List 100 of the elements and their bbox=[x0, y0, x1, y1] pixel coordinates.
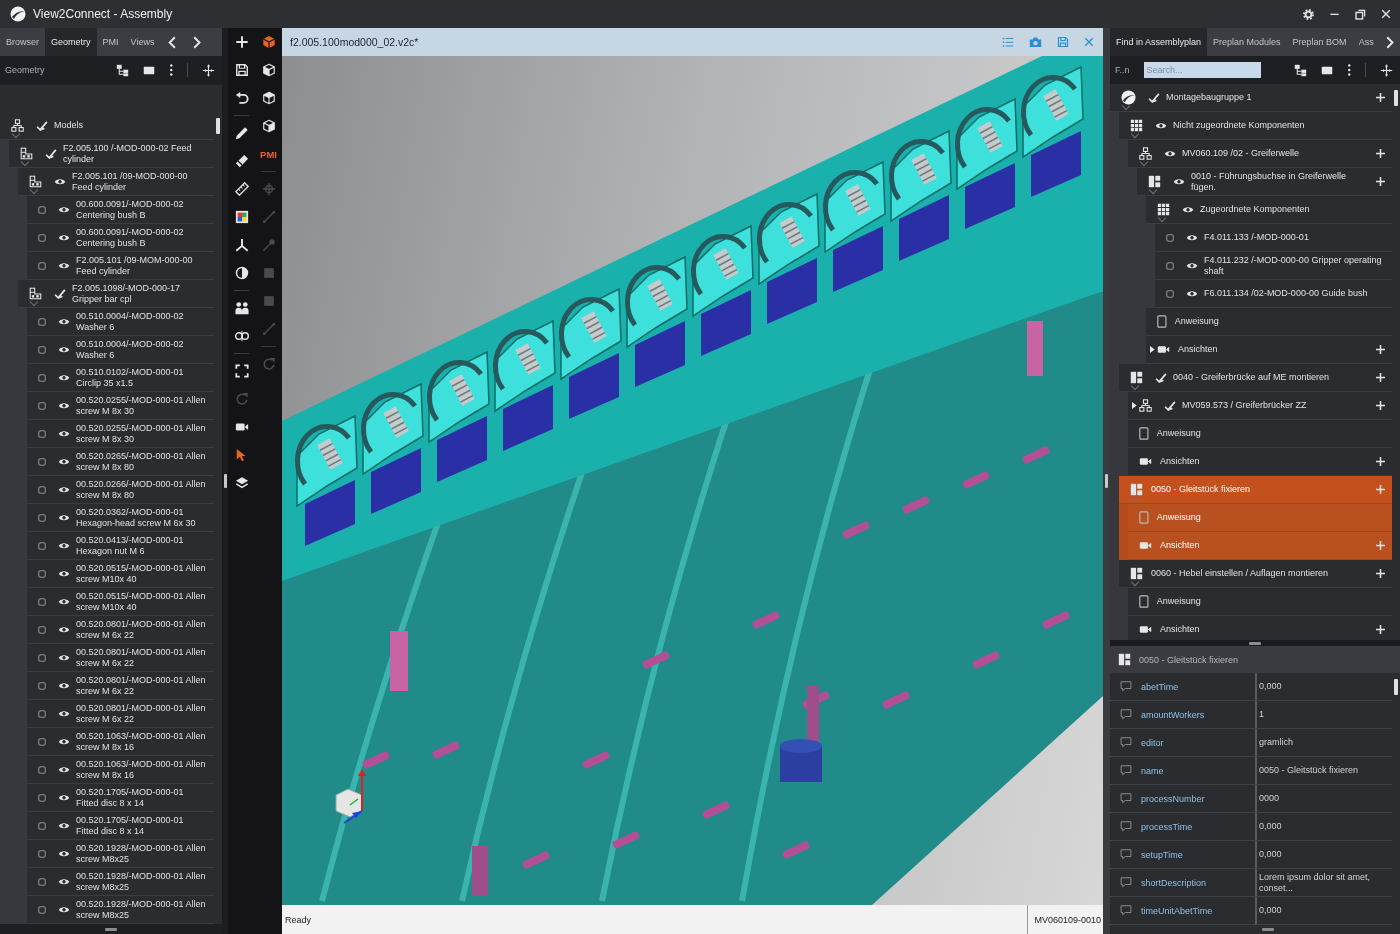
tree-item[interactable]: 0060 - Hebel einstellen / Auflagen montieren bbox=[1119, 560, 1392, 588]
tree-item[interactable]: F4.011.232 /-MOD-000-00 Gripper operating shaft bbox=[1155, 252, 1392, 280]
plus-icon[interactable] bbox=[1375, 456, 1386, 467]
eye-icon[interactable] bbox=[1186, 233, 1198, 242]
layers-icon[interactable] bbox=[234, 476, 249, 490]
eye-icon[interactable] bbox=[58, 625, 70, 634]
chevron-right-icon[interactable] bbox=[1385, 35, 1394, 49]
tree-item[interactable]: 00.520.1705/-MOD-000-01 Fitted disc 8 x 14 bbox=[27, 812, 214, 840]
chevron-right-icon[interactable] bbox=[192, 35, 201, 49]
tree-item[interactable]: 00.520.0255/-MOD-000-01 Allen screw M 8x 30 bbox=[27, 420, 214, 448]
checkmark-icon[interactable] bbox=[1148, 91, 1160, 104]
caret-right-icon[interactable] bbox=[1150, 346, 1155, 353]
tree-item[interactable]: 00.510.0004/-MOD-000-02 Washer 6 bbox=[27, 308, 214, 336]
eye-icon[interactable] bbox=[1173, 177, 1185, 186]
tree-item[interactable]: 00.520.0362/-MOD-000-01 Hexagon-head screw M 6x 30 bbox=[27, 504, 214, 532]
eye-icon[interactable] bbox=[58, 429, 70, 438]
tree-item[interactable]: Zugeordnete Komponenten bbox=[1146, 196, 1392, 224]
pmi-button[interactable]: PMI bbox=[260, 148, 277, 160]
tree-item[interactable]: Ansichten bbox=[1128, 616, 1392, 640]
people-icon[interactable] bbox=[234, 301, 249, 315]
eye-icon[interactable] bbox=[58, 513, 70, 522]
eye-icon[interactable] bbox=[58, 345, 70, 354]
checkmark-icon[interactable] bbox=[45, 147, 57, 160]
explode-icon[interactable] bbox=[234, 329, 249, 343]
view-cube-icon[interactable] bbox=[261, 91, 276, 105]
section-icon[interactable] bbox=[234, 266, 249, 280]
eye-icon[interactable] bbox=[58, 373, 70, 382]
eye-icon[interactable] bbox=[58, 457, 70, 466]
tree-item[interactable]: F2.005.1098/-MOD-000-17 Gripper bar cpl bbox=[18, 280, 214, 308]
plus-icon[interactable] bbox=[1375, 148, 1386, 159]
eye-icon[interactable] bbox=[1155, 121, 1167, 130]
eye-icon[interactable] bbox=[58, 849, 70, 858]
restore-icon[interactable] bbox=[1355, 8, 1366, 20]
tree-item[interactable]: Nicht zugeordnete Komponenten bbox=[1119, 112, 1392, 140]
eye-icon[interactable] bbox=[58, 401, 70, 410]
plus-icon[interactable] bbox=[1375, 176, 1386, 187]
eye-icon[interactable] bbox=[58, 765, 70, 774]
resize-handle[interactable] bbox=[1249, 641, 1261, 645]
caret-right-icon[interactable] bbox=[1132, 402, 1137, 409]
tree-item[interactable]: 0040 - Greiferbrücke auf ME montieren bbox=[1119, 364, 1392, 392]
eye-icon[interactable] bbox=[54, 177, 66, 186]
eye-icon[interactable] bbox=[58, 317, 70, 326]
tree-item[interactable]: 00.510.0102/-MOD-000-01 Circlip 35 x1.5 bbox=[27, 364, 214, 392]
eye-icon[interactable] bbox=[58, 877, 70, 886]
eye-icon[interactable] bbox=[1186, 289, 1198, 298]
tree-item[interactable]: Anweisung bbox=[1128, 588, 1392, 616]
tree-item[interactable]: 00.520.0255/-MOD-000-01 Allen screw M 8x 30 bbox=[27, 392, 214, 420]
eye-icon[interactable] bbox=[58, 233, 70, 242]
tree-item[interactable]: 00.520.1063/-MOD-000-01 Allen screw M 8x 16 bbox=[27, 756, 214, 784]
checkmark-icon[interactable] bbox=[1164, 399, 1176, 412]
search-field[interactable]: Search... bbox=[1143, 62, 1261, 78]
eye-icon[interactable] bbox=[58, 737, 70, 746]
eye-icon[interactable] bbox=[58, 597, 70, 606]
more-icon[interactable] bbox=[168, 64, 173, 76]
tree-toggle-icon[interactable] bbox=[1293, 63, 1307, 77]
view-cube-icon[interactable] bbox=[261, 63, 276, 77]
eye-icon[interactable] bbox=[1182, 205, 1194, 214]
tree-item[interactable]: 00.520.1928/-MOD-000-01 Allen screw M8x25 bbox=[27, 896, 214, 924]
tree-item[interactable]: 0050 - Gleitstück fixieren bbox=[1119, 476, 1392, 504]
eye-icon[interactable] bbox=[58, 205, 70, 214]
tree-item[interactable]: MV060.109 /02 - Greiferwelle bbox=[1128, 140, 1392, 168]
eraser-icon[interactable] bbox=[234, 154, 249, 168]
tree-item[interactable]: 00.600.0091/-MOD-000-02 Centering bush B bbox=[27, 196, 214, 224]
eye-icon[interactable] bbox=[1186, 261, 1198, 270]
plus-icon[interactable] bbox=[1375, 400, 1386, 411]
plus-icon[interactable] bbox=[1375, 344, 1386, 355]
tree-item[interactable]: 00.520.0801/-MOD-000-01 Allen screw M 6x 22 bbox=[27, 616, 214, 644]
eye-icon[interactable] bbox=[58, 821, 70, 830]
color-palette-icon[interactable] bbox=[234, 210, 249, 224]
tree-item[interactable]: 00.600.0091/-MOD-000-02 Centering bush B bbox=[27, 224, 214, 252]
plus-icon[interactable] bbox=[1375, 372, 1386, 383]
eye-icon[interactable] bbox=[58, 653, 70, 662]
eye-icon[interactable] bbox=[58, 569, 70, 578]
scrollbar-thumb[interactable] bbox=[1262, 928, 1274, 931]
rectangle-icon[interactable] bbox=[142, 65, 155, 75]
tree-item[interactable]: F2.005.101 /09-MOD-000-00 Feed cylinder bbox=[18, 168, 214, 196]
tree-item[interactable]: 00.520.0515/-MOD-000-01 Allen screw M10x 40 bbox=[27, 588, 214, 616]
resize-handle[interactable] bbox=[223, 474, 227, 488]
scrollbar-thumb[interactable] bbox=[1394, 90, 1398, 106]
eye-icon[interactable] bbox=[58, 709, 70, 718]
tab[interactable]: Find in Assemblyplan bbox=[1110, 28, 1208, 56]
move-icon[interactable] bbox=[1380, 63, 1393, 77]
eye-icon[interactable] bbox=[58, 793, 70, 802]
tree-item[interactable]: 00.520.0413/-MOD-000-01 Hexagon nut M 6 bbox=[27, 532, 214, 560]
tree-item[interactable]: 00.520.1705/-MOD-000-01 Fitted disc 8 x 14 bbox=[27, 784, 214, 812]
resize-handle[interactable] bbox=[1105, 474, 1108, 488]
eye-icon[interactable] bbox=[58, 681, 70, 690]
scrollbar-thumb[interactable] bbox=[1394, 679, 1398, 695]
tab[interactable]: Geometry bbox=[45, 28, 97, 56]
tree-item[interactable]: 00.520.0266/-MOD-000-01 Allen screw M 8x 80 bbox=[27, 476, 214, 504]
minimize-icon[interactable] bbox=[1329, 12, 1340, 16]
3d-viewport[interactable] bbox=[282, 56, 1103, 905]
more-icon[interactable] bbox=[1346, 64, 1351, 76]
tree-item[interactable]: 0010 - Führungsbuchse in Greiferwelle fügen. bbox=[1137, 168, 1392, 196]
tree-item[interactable]: F4.011.133 /-MOD-000-01 bbox=[1155, 224, 1392, 252]
scrollbar-thumb[interactable] bbox=[216, 118, 220, 134]
plus-icon[interactable] bbox=[234, 35, 249, 49]
tree-item[interactable]: 00.520.0265/-MOD-000-01 Allen screw M 8x 80 bbox=[27, 448, 214, 476]
checkmark-icon[interactable] bbox=[36, 119, 48, 132]
plus-icon[interactable] bbox=[1375, 624, 1386, 635]
